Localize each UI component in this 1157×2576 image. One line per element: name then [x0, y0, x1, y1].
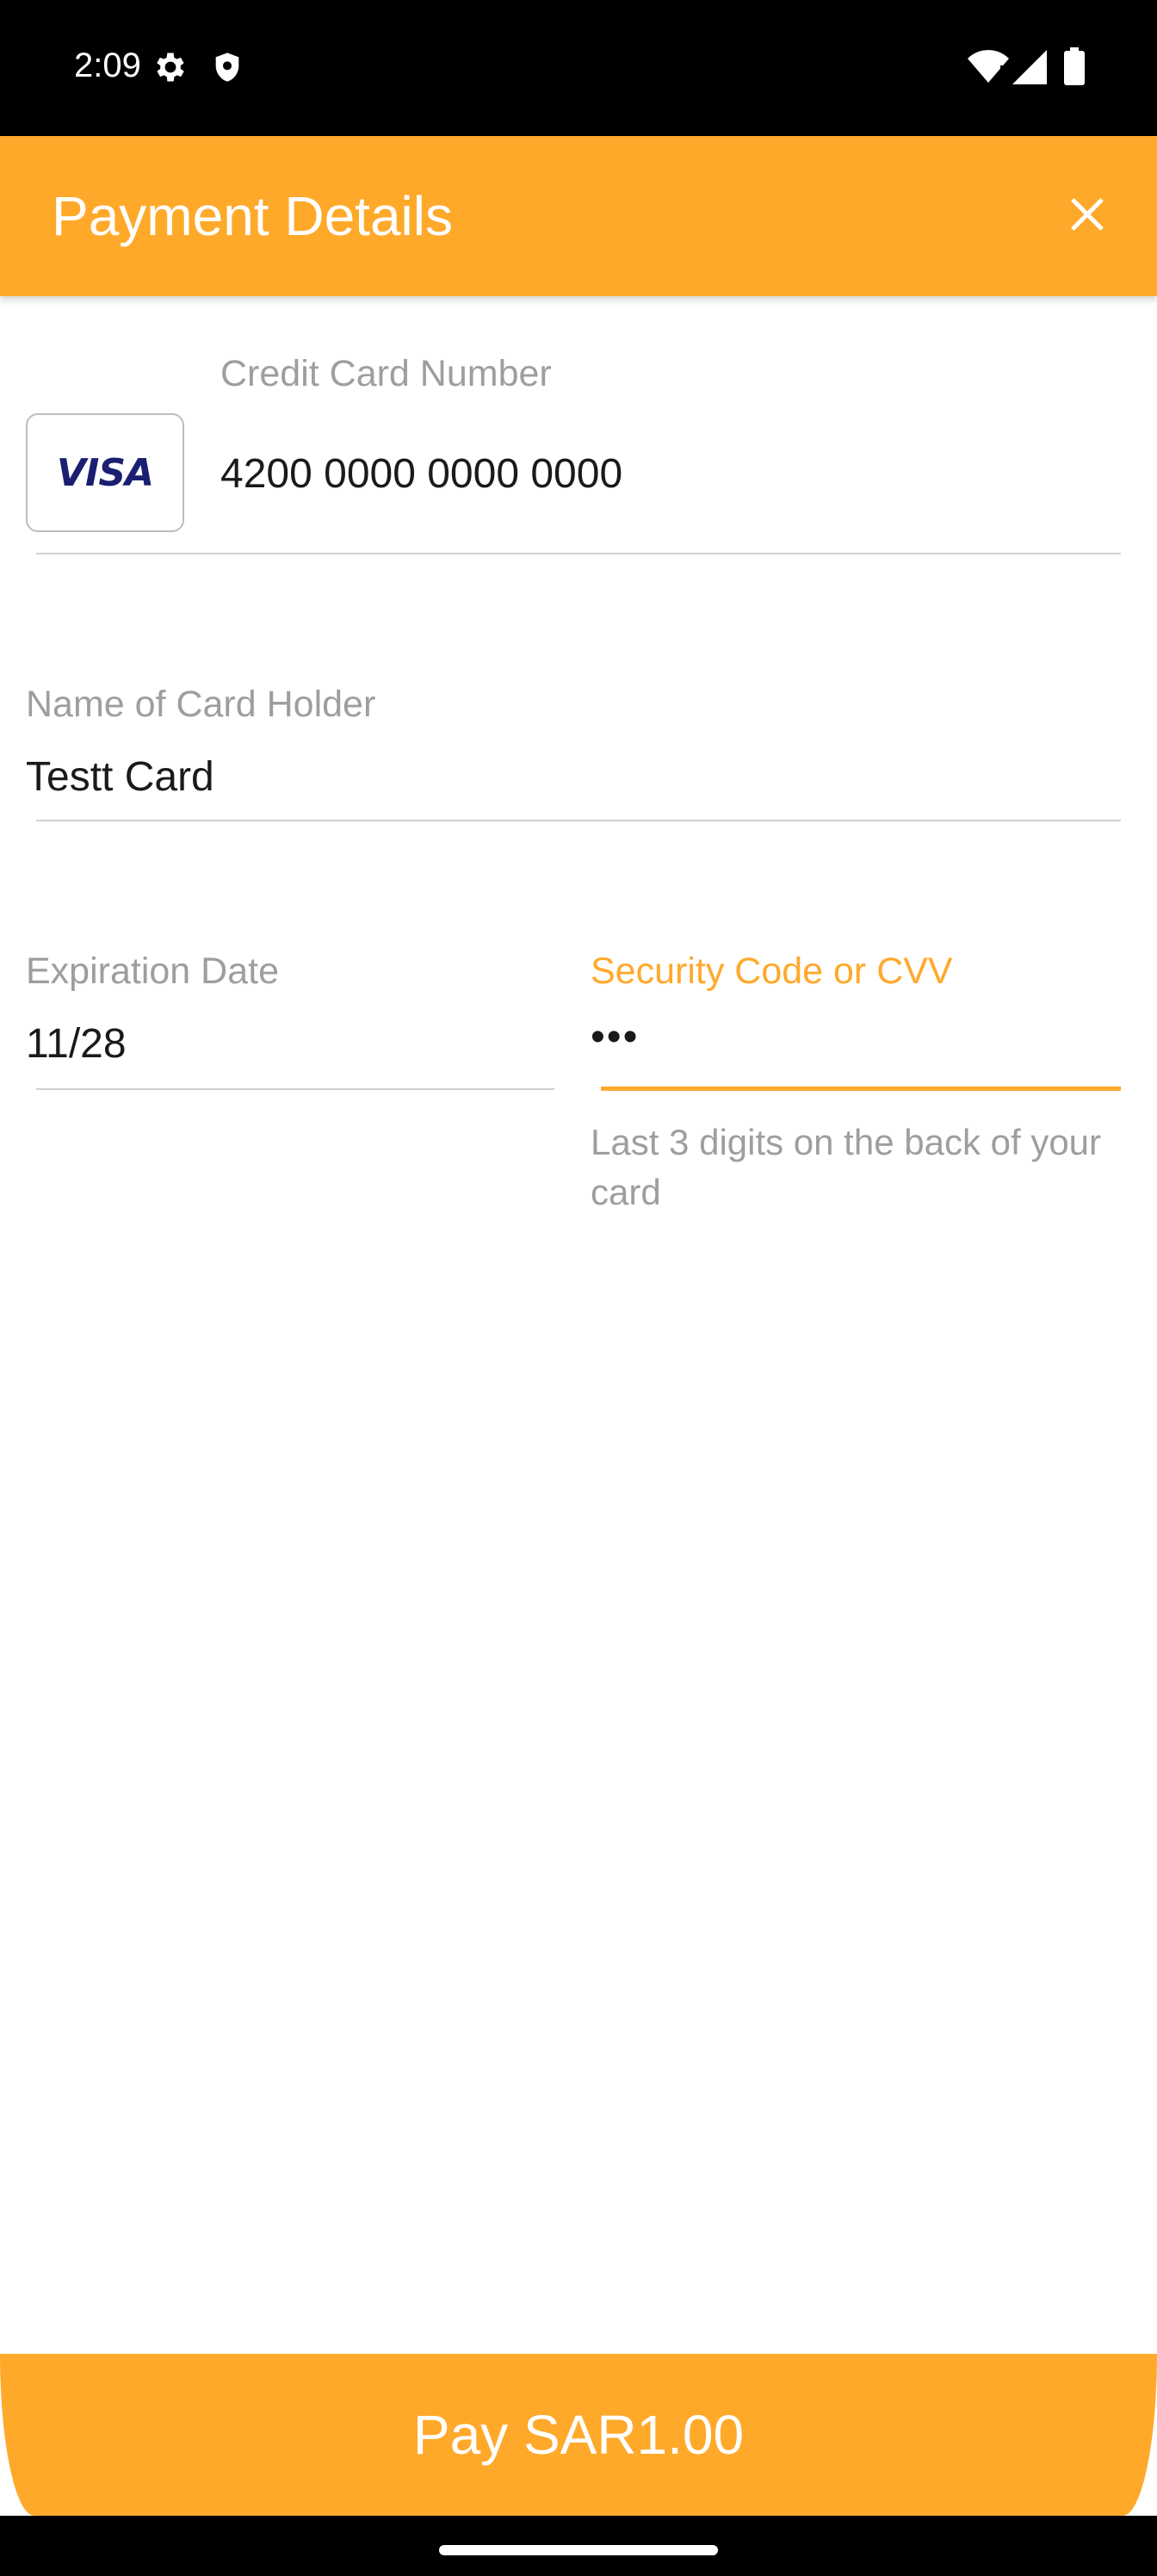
cvv-underline [601, 1087, 1121, 1091]
home-indicator[interactable] [439, 2545, 718, 2555]
cvv-input[interactable]: ••• [591, 1012, 639, 1062]
close-button[interactable] [1055, 183, 1119, 246]
expiration-input[interactable]: 11/28 [26, 1019, 127, 1069]
settings-icon [157, 53, 184, 82]
pay-button[interactable]: Pay SAR1.00 [0, 2354, 1157, 2516]
visa-logo: VISA [56, 450, 154, 495]
card-number-label: Credit Card Number [220, 353, 552, 394]
status-bar: 2:09 [0, 0, 1157, 136]
page-title: Payment Details [52, 185, 453, 247]
card-number-input[interactable]: 4200 0000 0000 0000 [220, 449, 622, 499]
card-holder-underline [36, 820, 1121, 821]
app-bar: Payment Details [0, 136, 1157, 296]
status-time: 2:09 [74, 46, 141, 84]
shield-icon [215, 53, 239, 82]
expiration-underline [36, 1088, 554, 1090]
cvv-helper-text: Last 3 digits on the back of your card [591, 1122, 1102, 1212]
card-holder-input[interactable]: Testt Card [26, 752, 214, 802]
card-holder-label: Name of Card Holder [26, 684, 376, 725]
signal-icon [1012, 50, 1047, 84]
card-brand-badge: VISA [26, 413, 184, 532]
navigation-bar [0, 2516, 1157, 2576]
cvv-label: Security Code or CVV [591, 951, 953, 992]
battery-icon [1064, 47, 1085, 85]
expiration-label: Expiration Date [26, 951, 279, 992]
pay-button-label: Pay SAR1.00 [412, 2404, 745, 2466]
wifi-icon [968, 50, 1009, 83]
card-number-underline [36, 553, 1121, 554]
payment-screen: Payment Details VISA Credit Card Number … [0, 136, 1157, 2576]
close-icon [1071, 198, 1104, 231]
